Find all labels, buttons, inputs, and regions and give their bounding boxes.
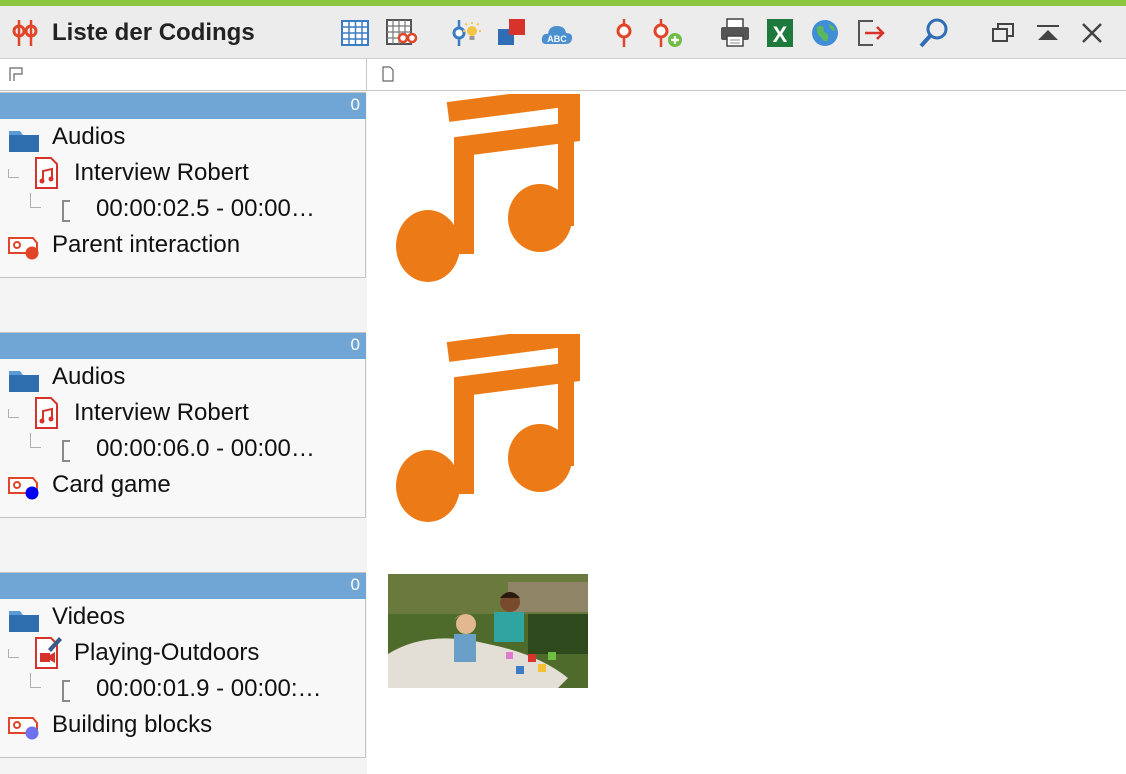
search-icon[interactable]	[918, 16, 952, 50]
excel-icon[interactable]: X	[763, 16, 797, 50]
web-export-icon[interactable]	[808, 16, 842, 50]
tree-connector	[8, 169, 19, 178]
color-squares-icon[interactable]	[495, 16, 529, 50]
tree-connector	[30, 673, 41, 688]
segment-label[interactable]: 00:00:06.0 - 00:00…	[96, 435, 315, 463]
document-label[interactable]: Playing-Outdoors	[74, 639, 259, 667]
audio-document-icon	[35, 157, 58, 189]
tree-connector	[8, 649, 19, 658]
weight-count: 0	[350, 335, 360, 354]
code-label[interactable]: Building blocks	[52, 711, 212, 739]
abc-cloud-icon[interactable]: ABC	[540, 16, 574, 50]
music-note-icon[interactable]	[390, 94, 580, 286]
segment-label[interactable]: 00:00:01.9 - 00:00:…	[96, 675, 322, 703]
folder-icon	[9, 371, 39, 392]
folder-label: Videos	[52, 603, 125, 630]
document-label[interactable]: Interview Robert	[74, 159, 249, 187]
close-icon[interactable]	[1075, 16, 1109, 50]
print-icon[interactable]	[718, 16, 752, 50]
segment-bracket-icon	[62, 680, 70, 702]
folder-icon	[9, 131, 39, 152]
weight-count: 0	[350, 95, 360, 114]
restore-window-icon[interactable]	[986, 16, 1020, 50]
coding-card[interactable]: 0 Audios Interview Robert 00:00:06.0 - 0…	[0, 332, 366, 518]
segment-label[interactable]: 00:00:02.5 - 00:00…	[96, 195, 315, 223]
table-icon[interactable]	[338, 16, 372, 50]
coding-card-header: 0	[0, 573, 366, 599]
folder-icon	[9, 611, 39, 632]
segment-bracket-icon	[62, 200, 70, 222]
tree-connector	[30, 193, 41, 208]
video-thumbnail[interactable]	[388, 574, 588, 688]
code-tag-icon	[8, 477, 39, 500]
weight-count: 0	[350, 575, 360, 594]
coding-card-header: 0	[0, 333, 366, 359]
collapse-icon[interactable]	[1031, 16, 1065, 50]
code-tag-icon	[8, 717, 39, 740]
column-header-left[interactable]	[0, 59, 367, 90]
code-highlight-icon[interactable]	[450, 16, 484, 50]
music-note-icon[interactable]	[390, 334, 580, 526]
table-codes-icon[interactable]	[384, 16, 418, 50]
flag-icon	[9, 67, 23, 81]
tree-connector	[30, 433, 41, 448]
window-title: Liste der Codings	[52, 19, 255, 46]
toolbar: Liste der Codings ABC X	[0, 6, 1126, 59]
coding-card[interactable]: 0 Audios Interview Robert 00:00:02.5 - 0…	[0, 92, 366, 278]
folder-label: Audios	[52, 363, 126, 390]
export-icon[interactable]	[853, 16, 887, 50]
segment-bracket-icon	[62, 440, 70, 462]
coding-card-header: 0	[0, 93, 366, 119]
folder-label: Audios	[52, 123, 126, 150]
document-label[interactable]: Interview Robert	[74, 399, 249, 427]
column-header-row	[0, 59, 1126, 91]
audio-document-icon	[35, 397, 58, 429]
svg-text:X: X	[773, 22, 788, 47]
code-label[interactable]: Card game	[52, 471, 171, 499]
svg-text:ABC: ABC	[547, 34, 567, 44]
video-document-icon	[35, 637, 62, 669]
add-code-icon[interactable]	[650, 16, 684, 50]
code-label[interactable]: Parent interaction	[52, 231, 240, 259]
code-tag-icon	[8, 237, 39, 260]
codings-app-icon	[12, 20, 38, 46]
coding-card[interactable]: 0 Videos Playing-Outdoors 00:00:01.9 - 0…	[0, 572, 366, 758]
code-icon[interactable]	[607, 16, 641, 50]
document-icon	[382, 66, 394, 82]
tree-connector	[8, 409, 19, 418]
